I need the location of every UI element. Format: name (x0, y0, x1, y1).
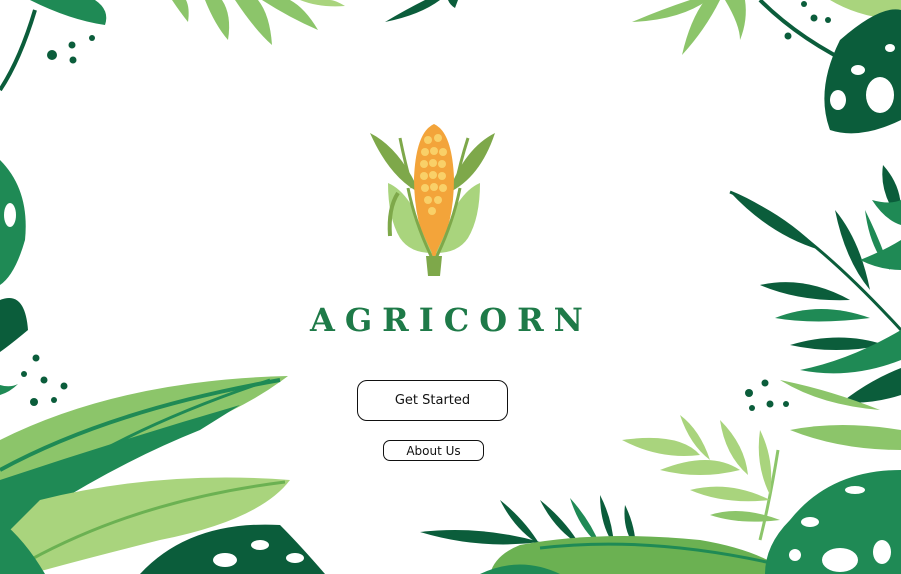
corn-icon (370, 124, 495, 276)
top-right-leaves (632, 0, 901, 134)
tropical-leaves-decoration (0, 0, 901, 574)
get-started-button[interactable]: Get Started (357, 380, 508, 421)
bottom-left-leaves (0, 376, 325, 574)
left-edge-leaves (0, 160, 68, 406)
top-left-leaves (0, 0, 458, 92)
brand-title: AGRICORN (310, 301, 593, 339)
landing-page: AGRICORN Get Started About Us (0, 0, 901, 574)
about-us-button[interactable]: About Us (383, 440, 484, 461)
right-palm-leaves (729, 165, 901, 450)
